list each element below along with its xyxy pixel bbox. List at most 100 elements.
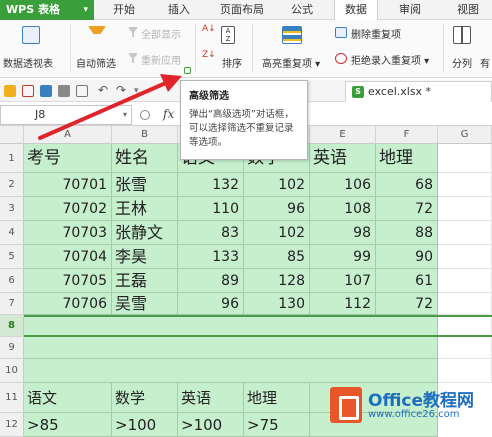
table-cell[interactable]: 李昊 <box>112 245 178 269</box>
table-cell[interactable]: 107 <box>310 269 376 293</box>
table-cell[interactable]: 102 <box>244 221 310 245</box>
criteria-header-cell[interactable]: 数学 <box>112 383 178 413</box>
folder-icon[interactable] <box>4 85 16 97</box>
empty-cell[interactable] <box>438 337 492 359</box>
empty-row[interactable] <box>24 337 438 359</box>
split-column-button[interactable]: 分列 <box>452 55 472 70</box>
insert-function-button[interactable]: fx <box>163 107 174 121</box>
save-icon[interactable] <box>40 85 52 97</box>
chevron-down-icon[interactable]: ▾ <box>134 85 146 97</box>
table-cell[interactable]: 83 <box>178 221 244 245</box>
row-header[interactable]: 12 <box>0 413 24 437</box>
table-cell[interactable]: 70702 <box>24 197 112 221</box>
row-header[interactable]: 9 <box>0 337 24 359</box>
reapply-button[interactable]: 重新应用 <box>141 52 181 67</box>
empty-row[interactable] <box>24 315 438 337</box>
table-cell[interactable]: 72 <box>376 197 438 221</box>
table-cell[interactable]: 85 <box>244 245 310 269</box>
table-cell[interactable]: 72 <box>376 293 438 315</box>
row-header[interactable]: 1 <box>0 144 24 173</box>
row-header[interactable]: 5 <box>0 245 24 269</box>
tab-view[interactable]: 视图 <box>448 0 488 20</box>
empty-cell[interactable] <box>438 221 492 245</box>
criteria-header-cell[interactable]: 地理 <box>244 383 310 413</box>
row-header[interactable]: 11 <box>0 383 24 413</box>
table-header-cell[interactable]: 考号 <box>24 144 112 173</box>
table-cell[interactable]: 70706 <box>24 293 112 315</box>
table-cell[interactable]: 106 <box>310 173 376 197</box>
table-cell[interactable]: 68 <box>376 173 438 197</box>
table-cell[interactable]: 90 <box>376 245 438 269</box>
table-cell[interactable]: 王磊 <box>112 269 178 293</box>
search-icon[interactable] <box>140 110 150 120</box>
tab-formulas[interactable]: 公式 <box>280 0 324 20</box>
empty-cell[interactable] <box>438 315 492 337</box>
column-header-b[interactable]: B <box>112 126 178 144</box>
table-cell[interactable]: 王林 <box>112 197 178 221</box>
empty-cell[interactable] <box>438 144 492 173</box>
select-all-corner[interactable] <box>0 126 24 144</box>
row-header[interactable]: 10 <box>0 359 24 383</box>
delete-duplicates-button[interactable]: 删除重复项 <box>351 26 401 41</box>
table-cell[interactable]: 96 <box>244 197 310 221</box>
row-header[interactable]: 8 <box>0 315 24 337</box>
table-cell[interactable]: 128 <box>244 269 310 293</box>
empty-cell[interactable] <box>438 293 492 315</box>
criteria-header-cell[interactable]: 语文 <box>24 383 112 413</box>
row-header[interactable]: 2 <box>0 173 24 197</box>
redo-icon[interactable]: ↷ <box>116 84 128 96</box>
row-header[interactable]: 3 <box>0 197 24 221</box>
column-header-a[interactable]: A <box>24 126 112 144</box>
criteria-value-cell[interactable]: >100 <box>112 413 178 437</box>
autofilter-button[interactable]: 自动筛选 <box>76 55 116 70</box>
table-header-cell[interactable]: 姓名 <box>112 144 178 173</box>
column-header-g[interactable]: G <box>438 126 492 144</box>
empty-cell[interactable] <box>438 359 492 383</box>
row-header[interactable]: 4 <box>0 221 24 245</box>
table-cell[interactable]: 132 <box>178 173 244 197</box>
show-all-button[interactable]: 全部显示 <box>141 26 181 41</box>
table-cell[interactable]: 112 <box>310 293 376 315</box>
table-cell[interactable]: 70705 <box>24 269 112 293</box>
tab-insert[interactable]: 插入 <box>158 0 200 20</box>
table-cell[interactable]: 88 <box>376 221 438 245</box>
empty-cell[interactable] <box>438 269 492 293</box>
undo-icon[interactable]: ↶ <box>98 84 110 96</box>
name-box[interactable]: J8 ▾ <box>0 105 132 125</box>
print-preview-icon[interactable] <box>76 85 88 97</box>
table-cell[interactable]: 110 <box>178 197 244 221</box>
tab-page-layout[interactable]: 页面布局 <box>210 0 274 20</box>
app-menu-button[interactable]: WPS 表格 ▾ <box>0 0 94 20</box>
criteria-value-cell[interactable]: >100 <box>178 413 244 437</box>
reject-duplicates-button[interactable]: 拒绝录入重复项 ▾ <box>351 52 429 67</box>
table-cell[interactable]: 70701 <box>24 173 112 197</box>
table-cell[interactable]: 96 <box>178 293 244 315</box>
empty-cell[interactable] <box>438 197 492 221</box>
table-cell[interactable]: 61 <box>376 269 438 293</box>
tab-data[interactable]: 数据 <box>334 0 378 21</box>
file-tab[interactable]: S excel.xlsx * <box>345 81 492 102</box>
criteria-header-cell[interactable]: 英语 <box>178 383 244 413</box>
table-cell[interactable]: 133 <box>178 245 244 269</box>
table-cell[interactable]: 108 <box>310 197 376 221</box>
sort-ascending-icon[interactable]: A↓ <box>202 24 216 34</box>
row-header[interactable]: 7 <box>0 293 24 315</box>
more-button[interactable]: 有 <box>480 55 490 70</box>
table-cell[interactable]: 130 <box>244 293 310 315</box>
highlight-duplicates-button[interactable]: 高亮重复项 ▾ <box>262 55 320 70</box>
empty-cell[interactable] <box>438 173 492 197</box>
table-cell[interactable]: 98 <box>310 221 376 245</box>
table-cell[interactable]: 70703 <box>24 221 112 245</box>
table-cell[interactable]: 89 <box>178 269 244 293</box>
table-cell[interactable]: 99 <box>310 245 376 269</box>
table-cell[interactable]: 102 <box>244 173 310 197</box>
table-cell[interactable]: 张静文 <box>112 221 178 245</box>
criteria-value-cell[interactable]: >85 <box>24 413 112 437</box>
tab-home[interactable]: 开始 <box>102 0 146 20</box>
table-header-cell[interactable]: 英语 <box>310 144 376 173</box>
advanced-filter-launcher-icon[interactable] <box>184 67 191 74</box>
table-cell[interactable]: 吴雪 <box>112 293 178 315</box>
sort-button[interactable]: 排序 <box>222 55 242 70</box>
criteria-value-cell[interactable]: >75 <box>244 413 310 437</box>
empty-row[interactable] <box>24 359 438 383</box>
